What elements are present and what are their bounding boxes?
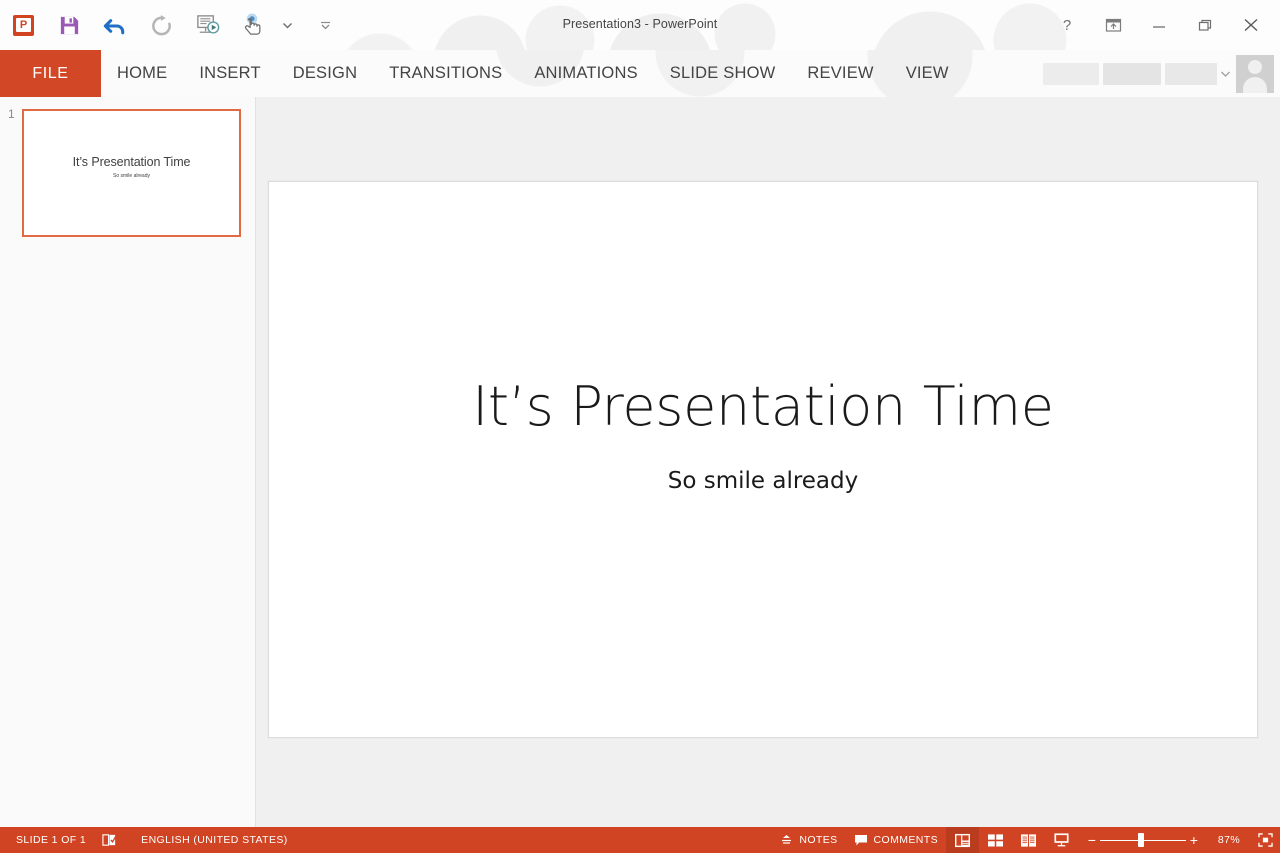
spellcheck-icon[interactable] xyxy=(94,827,125,853)
tab-file[interactable]: FILE xyxy=(0,50,101,97)
reading-view-button[interactable] xyxy=(1012,827,1045,853)
slide-sorter-view-button[interactable] xyxy=(979,827,1012,853)
zoom-slider[interactable] xyxy=(1100,827,1186,853)
normal-view-button[interactable] xyxy=(946,827,979,853)
work-area: 1 It’s Presentation Time So smile alread… xyxy=(0,97,1280,827)
comment-icon xyxy=(854,834,868,847)
status-bar-right: NOTES COMMENTS − + 87% xyxy=(772,827,1280,853)
slide-thumbnail-pane: 1 It’s Presentation Time So smile alread… xyxy=(0,97,256,827)
help-icon[interactable]: ? xyxy=(1044,5,1090,45)
language-indicator[interactable]: ENGLISH (UNITED STATES) xyxy=(125,827,296,853)
comments-label: COMMENTS xyxy=(873,834,938,846)
slide-title-placeholder[interactable]: It’s Presentation Time xyxy=(269,375,1257,438)
tab-review[interactable]: REVIEW xyxy=(791,50,889,97)
tab-transitions[interactable]: TRANSITIONS xyxy=(373,50,518,97)
svg-text:?: ? xyxy=(1063,17,1071,34)
slide-show-view-button[interactable] xyxy=(1045,827,1078,853)
thumbnail-subtitle: So smile already xyxy=(113,173,150,179)
fit-slide-to-window-icon[interactable] xyxy=(1250,833,1280,847)
comments-button[interactable]: COMMENTS xyxy=(846,827,946,853)
tab-insert[interactable]: INSERT xyxy=(183,50,276,97)
restore-icon[interactable] xyxy=(1182,5,1228,45)
thumbnail-number: 1 xyxy=(8,107,15,121)
zoom-slider-handle[interactable] xyxy=(1137,833,1144,847)
zoom-in-button[interactable]: + xyxy=(1186,833,1202,847)
thumbnail-item-1[interactable]: 1 It’s Presentation Time So smile alread… xyxy=(8,107,241,237)
window-controls: ? xyxy=(1044,0,1274,50)
tab-view[interactable]: VIEW xyxy=(890,50,965,97)
notes-button[interactable]: NOTES xyxy=(772,827,845,853)
zoom-out-button[interactable]: − xyxy=(1084,833,1100,847)
tab-slide-show[interactable]: SLIDE SHOW xyxy=(654,50,792,97)
notes-icon xyxy=(780,834,793,846)
powerpoint-window: P Presentation3 - PowerPoint ? FILE HOME… xyxy=(0,0,1280,853)
powerpoint-logo-letter: P xyxy=(19,18,27,31)
tab-design[interactable]: DESIGN xyxy=(277,50,373,97)
zoom-control: − + xyxy=(1078,827,1208,853)
account-dropdown-caret-icon[interactable] xyxy=(1221,71,1230,77)
ribbon-display-options-icon[interactable] xyxy=(1090,5,1136,45)
account-name-redacted-1 xyxy=(1043,62,1099,85)
tab-home[interactable]: HOME xyxy=(101,50,183,97)
thumbnail-slide-1[interactable]: It’s Presentation Time So smile already xyxy=(22,109,241,237)
slide-editor[interactable]: It’s Presentation Time So smile already xyxy=(268,181,1258,738)
thumbnail-title: It’s Presentation Time xyxy=(72,155,191,169)
ribbon-tabs: FILE HOME INSERT DESIGN TRANSITIONS ANIM… xyxy=(0,50,965,97)
tab-animations[interactable]: ANIMATIONS xyxy=(518,50,653,97)
slide-canvas-area: It’s Presentation Time So smile already xyxy=(256,97,1280,827)
title-bar: P Presentation3 - PowerPoint ? xyxy=(0,0,1280,50)
status-bar: SLIDE 1 OF 1 ENGLISH (UNITED STATES) NOT… xyxy=(0,827,1280,853)
account-area xyxy=(1043,50,1280,97)
status-bar-left: SLIDE 1 OF 1 ENGLISH (UNITED STATES) xyxy=(0,827,296,853)
user-avatar-icon[interactable] xyxy=(1236,54,1274,93)
account-name-redacted-2 xyxy=(1103,62,1161,85)
notes-label: NOTES xyxy=(799,834,838,846)
account-name-redacted-3 xyxy=(1165,62,1217,85)
slide-subtitle-placeholder[interactable]: So smile already xyxy=(269,468,1257,494)
slide-counter[interactable]: SLIDE 1 OF 1 xyxy=(8,827,94,853)
ribbon-tab-bar: FILE HOME INSERT DESIGN TRANSITIONS ANIM… xyxy=(0,50,1280,97)
close-icon[interactable] xyxy=(1228,5,1274,45)
minimize-icon[interactable] xyxy=(1136,5,1182,45)
zoom-percentage[interactable]: 87% xyxy=(1208,834,1250,846)
